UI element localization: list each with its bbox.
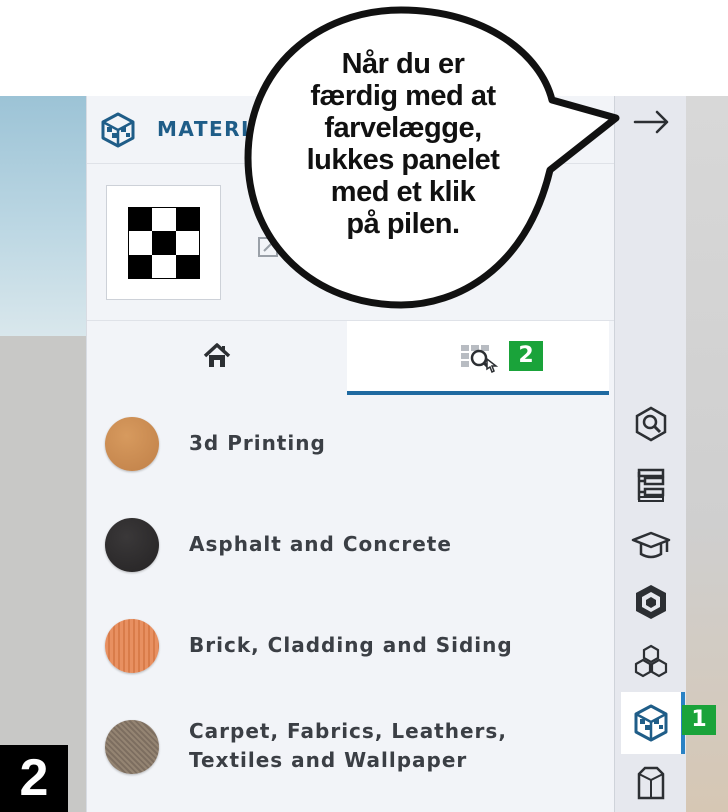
toolbar-materials-button[interactable] [621, 692, 685, 754]
callout-line: Når du er [341, 48, 465, 80]
panel-tabs: 2 [87, 320, 615, 395]
callout-line: lukkes panelet [306, 144, 500, 176]
step-number: 2 [0, 745, 68, 812]
callout-line: med et klik [330, 176, 476, 208]
callout-line: på pilen. [346, 208, 460, 240]
callout-line: farvelægge, [324, 112, 482, 144]
tab-home[interactable] [87, 321, 347, 395]
category-label: 3d Printing [189, 431, 326, 455]
callout-text: Når du er færdig med at farvelægge, lukk… [268, 48, 538, 240]
swatch-carpet [105, 720, 159, 774]
checker-swatch-icon [128, 207, 200, 279]
stacked-cubes-icon[interactable] [629, 640, 673, 684]
list-item[interactable]: Asphalt and Concrete [87, 495, 615, 595]
viewport-ground [0, 336, 90, 812]
instructor-icon[interactable] [629, 524, 673, 568]
tab-browse[interactable]: 2 [347, 321, 609, 395]
outliner-icon[interactable] [629, 464, 673, 508]
materials-icon [634, 704, 668, 742]
category-label: Asphalt and Concrete [189, 532, 452, 556]
list-item[interactable]: Brick, Cladding and Siding [87, 596, 615, 696]
swatch-3d-printing [105, 417, 159, 471]
swatch-brick [105, 619, 159, 673]
viewport-sky [0, 96, 90, 336]
callout-line: færdig med at [310, 80, 496, 112]
step-badge-2: 2 [509, 341, 543, 371]
swatch-asphalt [105, 518, 159, 572]
category-label-line-2: Textiles and Wallpaper [189, 748, 468, 772]
list-item[interactable]: 3d Printing [87, 394, 615, 494]
material-preview[interactable] [106, 185, 221, 300]
browse-materials-icon [461, 345, 499, 373]
category-label-line-1: Carpet, Fabrics, Leathers, [189, 719, 507, 743]
step-badge-1: 1 [682, 705, 716, 735]
list-item[interactable]: Carpet, Fabrics, Leathers, Textiles and … [87, 697, 615, 797]
category-label: Brick, Cladding and Siding [189, 633, 513, 657]
styles-icon[interactable] [629, 760, 673, 804]
home-icon [203, 343, 231, 367]
components-icon[interactable] [629, 580, 673, 624]
materials-icon [101, 112, 135, 148]
tags-icon[interactable] [629, 402, 673, 446]
